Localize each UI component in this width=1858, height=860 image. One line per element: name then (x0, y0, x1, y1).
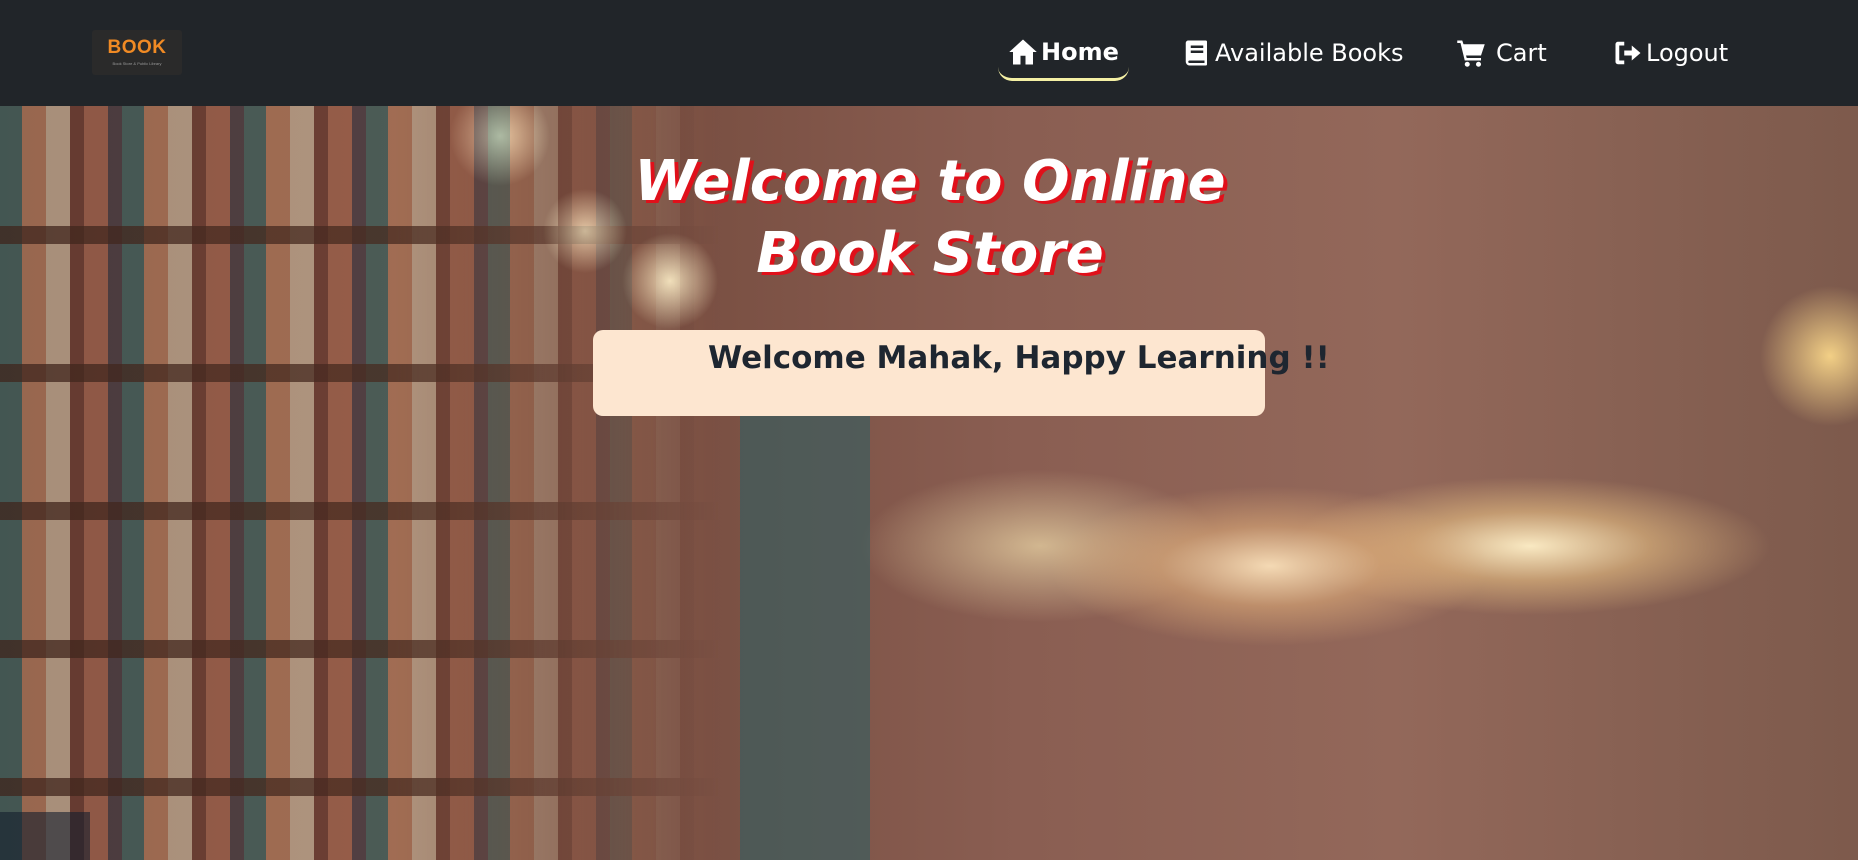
logout-icon (1615, 41, 1641, 65)
page-title: Welcome to Online Book Store (560, 146, 1300, 290)
corner-decoration (0, 812, 90, 860)
nav-available-books-label: Available Books (1215, 39, 1404, 67)
cart-icon (1457, 40, 1485, 67)
nav-cart-label: Cart (1496, 39, 1547, 67)
logo-subtext: Book Store & Public Library (112, 61, 162, 66)
nav-logout-label: Logout (1646, 39, 1729, 67)
home-icon (1009, 39, 1037, 65)
welcome-message: Welcome Mahak, Happy Learning !! (708, 340, 1330, 376)
nav-cart-link[interactable]: Cart (1456, 33, 1547, 73)
logo-text: BOOK (107, 37, 167, 58)
navbar: BOOK Book Store & Public Library Home Av… (0, 0, 1858, 106)
welcome-banner: Welcome Mahak, Happy Learning !! (593, 330, 1330, 416)
page-title-line-1: Welcome to Online (634, 149, 1226, 214)
background-decoration (740, 416, 870, 860)
brand-logo[interactable]: BOOK Book Store & Public Library (92, 30, 182, 75)
book-icon (1185, 40, 1207, 66)
nav-logout-link[interactable]: Logout (1613, 33, 1728, 73)
nav-home-link[interactable]: Home (998, 32, 1129, 81)
nav-available-books-link[interactable]: Available Books (1182, 33, 1404, 73)
page-title-line-2: Book Store (756, 221, 1104, 286)
nav-home-label: Home (1041, 38, 1119, 66)
